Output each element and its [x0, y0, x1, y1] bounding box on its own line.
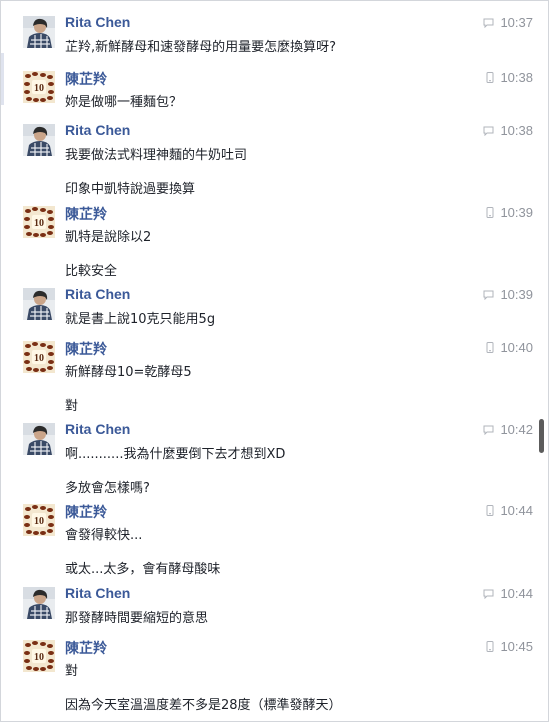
chat-window: Rita Chen 10:37 芷羚,新鮮酵母和速發酵母的用量要怎麼換算呀? 10 陳芷…: [0, 0, 549, 722]
svg-text:10: 10: [34, 218, 44, 229]
timestamp: 10:38: [483, 123, 533, 138]
timestamp: 10:44: [483, 586, 533, 601]
avatar[interactable]: 10: [23, 504, 55, 536]
time-label: 10:44: [500, 586, 533, 601]
scrollbar-thumb[interactable]: [539, 419, 544, 453]
sender-name[interactable]: Rita Chen: [65, 122, 130, 138]
message-text: 妳是做哪一種麵包？: [65, 95, 183, 110]
message-icon: [483, 18, 494, 28]
message-text: 對: [65, 399, 79, 414]
mobile-phone-icon: [486, 641, 494, 652]
sender-name[interactable]: 陳芷羚: [65, 638, 107, 658]
sender-name[interactable]: 陳芷羚: [65, 502, 107, 522]
svg-text:10: 10: [34, 353, 44, 364]
timestamp: 10:39: [486, 205, 533, 220]
message-text: 啊...........我為什麼要倒下去才想到XD: [65, 447, 286, 462]
time-label: 10:39: [500, 205, 533, 220]
message-text: 多放會怎樣嗎?: [65, 481, 150, 496]
time-label: 10:40: [500, 340, 533, 355]
avatar[interactable]: 10: [23, 206, 55, 238]
message-text: 芷羚,新鮮酵母和速發酵母的用量要怎麼換算呀?: [65, 40, 337, 55]
avatar[interactable]: [23, 124, 55, 156]
message-text: 那發酵時間要縮短的意思: [65, 611, 209, 626]
time-label: 10:37: [500, 15, 533, 30]
timestamp: 10:42: [483, 422, 533, 437]
svg-text:10: 10: [34, 652, 44, 663]
svg-text:10: 10: [34, 83, 44, 94]
timestamp: 10:37: [483, 15, 533, 30]
scrollbar[interactable]: [536, 1, 548, 721]
message-text: 凱特是說除以2: [65, 230, 152, 245]
sender-name[interactable]: 陳芷羚: [65, 69, 107, 89]
time-label: 10:44: [500, 503, 533, 518]
time-label: 10:42: [500, 422, 533, 437]
message-text: 或太...太多，會有酵母酸味: [65, 562, 221, 577]
avatar[interactable]: 10: [23, 71, 55, 103]
sender-name[interactable]: Rita Chen: [65, 286, 130, 302]
time-label: 10:45: [500, 639, 533, 654]
avatar[interactable]: [23, 16, 55, 48]
time-label: 10:39: [500, 287, 533, 302]
message-text: 因為今天室溫溫度差不多是28度（標準發酵天）: [65, 698, 342, 713]
message-icon: [483, 589, 494, 599]
timestamp: 10:44: [486, 503, 533, 518]
time-label: 10:38: [500, 70, 533, 85]
timestamp: 10:45: [486, 639, 533, 654]
message-text: 我要做法式料理神麵的牛奶吐司: [65, 148, 248, 163]
message-icon: [483, 425, 494, 435]
svg-text:10: 10: [34, 516, 44, 527]
mobile-phone-icon: [486, 342, 494, 353]
message-icon: [483, 290, 494, 300]
avatar[interactable]: [23, 587, 55, 619]
mobile-phone-icon: [486, 72, 494, 83]
timestamp: 10:38: [486, 70, 533, 85]
mobile-phone-icon: [486, 505, 494, 516]
avatar[interactable]: [23, 288, 55, 320]
message-list[interactable]: Rita Chen 10:37 芷羚,新鮮酵母和速發酵母的用量要怎麼換算呀? 10 陳芷…: [1, 1, 535, 721]
message-text: 比較安全: [65, 264, 118, 279]
sender-name[interactable]: 陳芷羚: [65, 204, 107, 224]
avatar[interactable]: 10: [23, 341, 55, 373]
time-label: 10:38: [500, 123, 533, 138]
sender-name[interactable]: Rita Chen: [65, 14, 130, 30]
sender-name[interactable]: 陳芷羚: [65, 339, 107, 359]
mobile-phone-icon: [486, 207, 494, 218]
message-text: 就是書上說10克只能用5g: [65, 312, 216, 327]
message-text: 會發得較快...: [65, 528, 143, 543]
timestamp: 10:40: [486, 340, 533, 355]
message-icon: [483, 126, 494, 136]
message-text: 新鮮酵母10=乾酵母5: [65, 365, 192, 380]
timestamp: 10:39: [483, 287, 533, 302]
message-text: 印象中凱特說過要換算: [65, 182, 196, 197]
avatar[interactable]: [23, 423, 55, 455]
sender-name[interactable]: Rita Chen: [65, 585, 130, 601]
sender-name[interactable]: Rita Chen: [65, 421, 130, 437]
message-text: 對: [65, 664, 79, 679]
avatar[interactable]: 10: [23, 640, 55, 672]
